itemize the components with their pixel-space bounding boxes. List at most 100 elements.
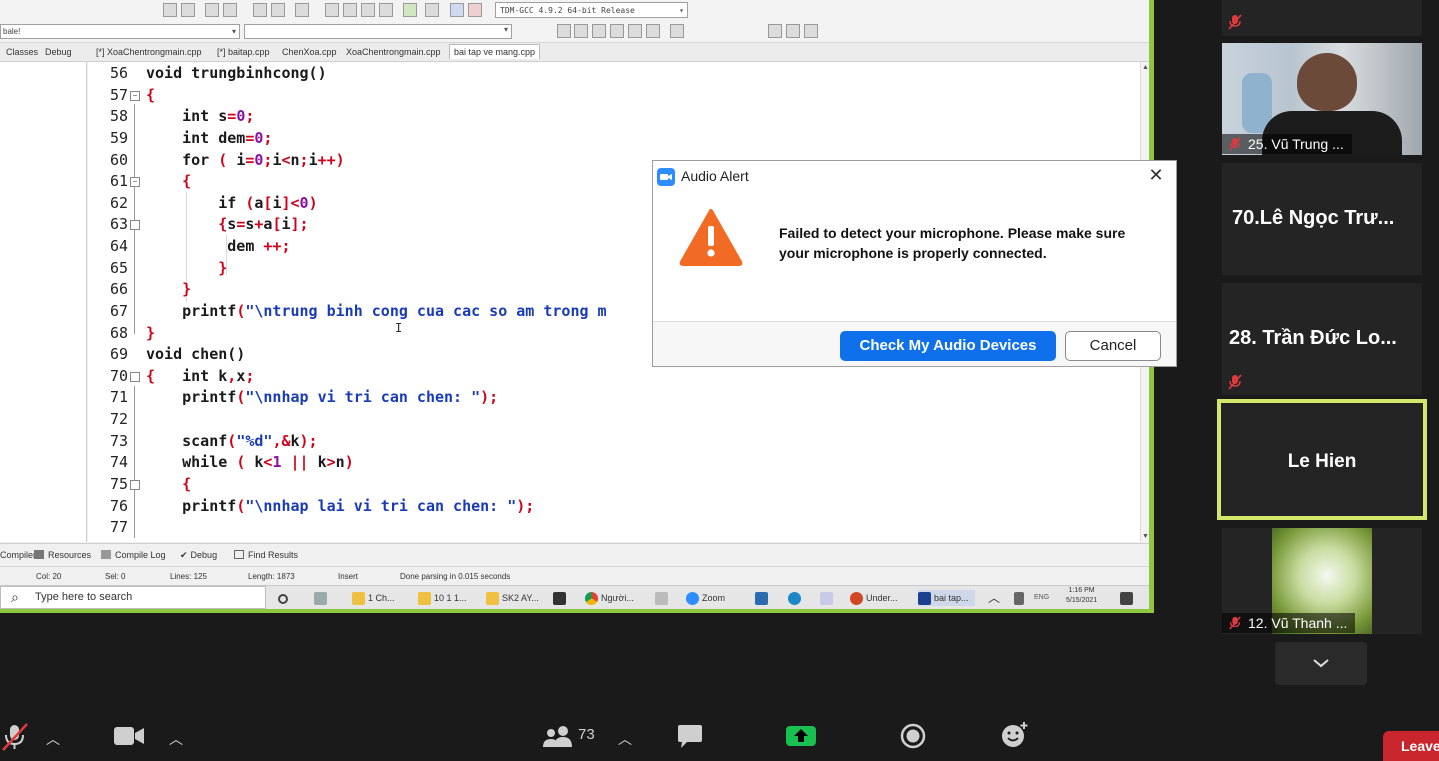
tab-debug[interactable]: Debug xyxy=(45,47,72,57)
toolbar-icon[interactable] xyxy=(205,3,219,17)
reactions-button[interactable] xyxy=(1000,720,1030,755)
compiler-select[interactable]: TDM-GCC 4.9.2 64-bit Release ▾ xyxy=(495,2,688,18)
toolbar-icon[interactable] xyxy=(223,3,237,17)
toolbar-icon[interactable] xyxy=(325,3,339,17)
toolbar-icon[interactable] xyxy=(574,24,588,38)
tab-file[interactable]: ChenXoa.cpp xyxy=(282,47,337,57)
code-token: < xyxy=(281,150,291,169)
warning-icon xyxy=(679,208,743,266)
participants-button[interactable] xyxy=(541,724,575,753)
tab-file[interactable]: XoaChentrongmain.cpp xyxy=(346,47,441,57)
participant-tile[interactable] xyxy=(1222,0,1422,36)
taskbar-item-zoom[interactable]: Zoom xyxy=(686,590,725,606)
tab-compiler[interactable]: Compiler xyxy=(0,550,36,560)
taskbar-icon[interactable] xyxy=(655,590,671,606)
scroll-up-icon[interactable]: ▲ xyxy=(1142,64,1149,71)
fold-toggle-icon[interactable]: − xyxy=(130,177,140,188)
check-icon[interactable] xyxy=(403,3,417,17)
chart-icon[interactable] xyxy=(450,3,464,17)
edge-icon[interactable] xyxy=(788,590,804,606)
tray-chevron-icon[interactable]: ︿ xyxy=(988,590,1000,606)
fold-toggle-icon[interactable] xyxy=(130,220,140,231)
code-token: n xyxy=(335,453,345,472)
network-icon[interactable] xyxy=(1014,590,1027,606)
line-number: 58 xyxy=(109,107,128,126)
widgets-icon[interactable] xyxy=(314,590,330,606)
taskbar-icon[interactable] xyxy=(820,590,836,606)
code-token: ( xyxy=(218,150,237,169)
tab-debug-panel[interactable]: ✔ Debug xyxy=(180,550,217,561)
toolbar-icon[interactable] xyxy=(379,3,393,17)
code-token: printf xyxy=(146,301,237,320)
close-icon[interactable] xyxy=(425,3,439,17)
toolbar-icon[interactable] xyxy=(628,24,642,38)
class-select[interactable]: bale! ▾ xyxy=(0,24,240,39)
participant-tile[interactable]: 70.Lê Ngọc Trư... xyxy=(1222,163,1422,275)
taskbar-item-folder[interactable]: SK2 AY... xyxy=(486,590,539,606)
taskbar-clock[interactable]: 1:16 PM 5/15/2021 xyxy=(1066,586,1097,604)
check-audio-devices-button[interactable]: Check My Audio Devices xyxy=(840,331,1056,361)
code-token: ; xyxy=(299,150,309,169)
line-number: 63 xyxy=(109,215,128,234)
toolbar-icon[interactable] xyxy=(295,3,309,17)
toolbar-icon[interactable] xyxy=(253,3,267,17)
code-token: chen() xyxy=(191,345,246,364)
audio-options-chevron-icon[interactable]: ︿ xyxy=(46,729,60,749)
store-icon[interactable] xyxy=(553,590,569,606)
taskbar-item-folder[interactable]: 1 Ch... xyxy=(352,590,395,606)
toolbar-icon[interactable] xyxy=(804,24,818,38)
language-indicator[interactable]: ENG xyxy=(1034,590,1049,606)
close-icon[interactable]: ✕ xyxy=(1147,166,1165,184)
fold-toggle-icon[interactable]: − xyxy=(130,90,140,101)
participants-chevron-icon[interactable]: ︿ xyxy=(618,729,632,749)
code-token: s xyxy=(218,107,228,126)
tab-file[interactable]: [*] XoaChentrongmain.cpp xyxy=(96,47,202,57)
member-select[interactable]: ▾ xyxy=(244,24,512,39)
scroll-down-participants-button[interactable] xyxy=(1275,642,1367,685)
tab-classes[interactable]: Classes xyxy=(6,47,38,57)
fold-toggle-icon[interactable] xyxy=(130,479,140,490)
video-options-chevron-icon[interactable]: ︿ xyxy=(169,729,183,749)
taskbar-item-devcpp[interactable]: bai tap... xyxy=(918,590,975,606)
code-token: ) xyxy=(308,193,318,212)
task-view-icon[interactable] xyxy=(278,590,291,606)
share-screen-button[interactable] xyxy=(785,725,817,752)
chat-button[interactable] xyxy=(676,724,704,755)
toolbar-icon[interactable] xyxy=(786,24,800,38)
toolbar-icon[interactable] xyxy=(768,24,782,38)
active-speaker-tile[interactable]: Le Hien xyxy=(1217,399,1427,520)
toolbar-icon[interactable] xyxy=(646,24,660,38)
participant-tile[interactable]: 28. Trần Đức Lo... xyxy=(1222,283,1422,395)
video-button[interactable] xyxy=(113,725,145,752)
taskbar-item-folder[interactable]: 10 1 1... xyxy=(418,590,467,606)
record-button[interactable] xyxy=(899,722,927,755)
tab-resources[interactable]: Resources xyxy=(34,550,91,560)
toolbar-icon[interactable] xyxy=(610,24,624,38)
toolbar-icon[interactable] xyxy=(557,24,571,38)
unmute-button[interactable] xyxy=(0,722,30,752)
taskbar-item-chrome[interactable]: Người... xyxy=(585,590,634,606)
print-icon[interactable] xyxy=(670,24,684,38)
photos-icon[interactable] xyxy=(755,590,771,606)
toolbar-icon[interactable] xyxy=(271,3,285,17)
debug-icon[interactable] xyxy=(468,3,482,17)
tab-file-active[interactable]: bai tap ve mang.cpp xyxy=(449,44,541,59)
tab-file[interactable]: [*] baitap.cpp xyxy=(217,47,270,57)
toolbar-icon[interactable] xyxy=(361,3,375,17)
code-token: = xyxy=(227,107,237,126)
file-tabs: Classes Debug [*] XoaChentrongmain.cpp [… xyxy=(0,43,1149,62)
toolbar-icon[interactable] xyxy=(181,3,195,17)
tab-compile-log[interactable]: Compile Log xyxy=(101,550,166,560)
taskbar-search-input[interactable]: ⌕ Type here to search xyxy=(0,586,266,609)
fold-toggle-icon[interactable] xyxy=(130,371,140,382)
tab-find-results[interactable]: Find Results xyxy=(234,550,298,560)
notification-icon[interactable] xyxy=(1120,590,1136,606)
toolbar-icon[interactable] xyxy=(163,3,177,17)
taskbar-item-powerpoint[interactable]: Under... xyxy=(850,590,898,606)
toolbar-icon[interactable] xyxy=(592,24,606,38)
cancel-button[interactable]: Cancel xyxy=(1065,331,1161,361)
toolbar-icon[interactable] xyxy=(343,3,357,17)
scroll-down-icon[interactable]: ▼ xyxy=(1142,533,1149,540)
code-token: ( xyxy=(236,496,246,515)
